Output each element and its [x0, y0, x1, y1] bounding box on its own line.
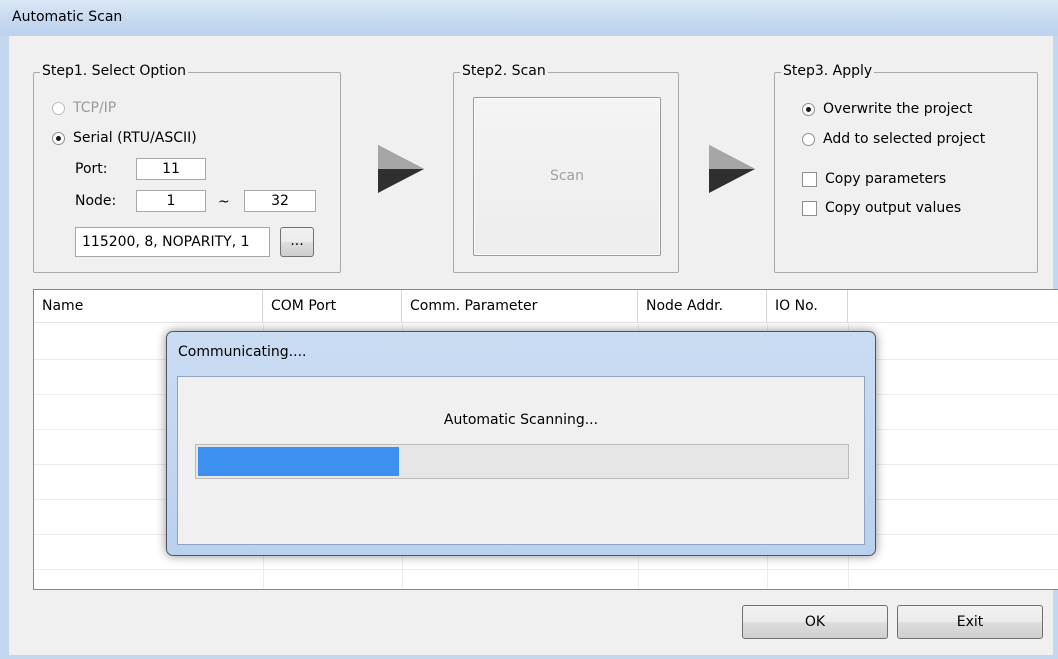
copy-output-values-checkbox[interactable]: Copy output values	[802, 200, 961, 216]
dialog-message: Automatic Scanning...	[443, 412, 599, 428]
serial-params-field[interactable]: 115200, 8, NOPARITY, 1	[75, 227, 270, 257]
grid-row-line	[34, 569, 1058, 570]
serial-label: Serial (RTU/ASCII)	[73, 130, 197, 146]
window-frame-bottom	[0, 655, 1058, 659]
add-label: Add to selected project	[823, 131, 986, 147]
exit-button[interactable]: Exit	[897, 605, 1043, 639]
column-header-node-addr[interactable]: Node Addr.	[638, 290, 767, 322]
copy-parameters-checkbox[interactable]: Copy parameters	[802, 171, 946, 187]
column-header-com-port[interactable]: COM Port	[263, 290, 402, 322]
tcpip-label: TCP/IP	[73, 100, 117, 116]
node-label: Node:	[75, 193, 117, 209]
column-header-name[interactable]: Name	[34, 290, 263, 322]
dialog-client-area: Automatic Scanning...	[177, 376, 865, 545]
serial-radio[interactable]: Serial (RTU/ASCII)	[52, 130, 197, 146]
column-header-io-no[interactable]: IO No.	[767, 290, 848, 322]
dialog-title: Communicating....	[178, 344, 307, 360]
copy-output-values-box[interactable]	[802, 200, 817, 216]
step3-label: Step3. Apply	[781, 63, 875, 79]
copy-parameters-label: Copy parameters	[825, 171, 947, 187]
title-bar[interactable]: Automatic Scan	[0, 0, 1058, 36]
node-to-input[interactable]: 32	[244, 190, 316, 212]
ok-button[interactable]: OK	[742, 605, 888, 639]
serial-params-browse-button[interactable]: ...	[280, 227, 314, 257]
automatic-scan-window: Automatic Scan Step1. Select Option TCP/…	[0, 0, 1058, 659]
window-title: Automatic Scan	[12, 9, 123, 25]
port-input[interactable]: 11	[136, 158, 206, 180]
scan-button[interactable]: Scan	[473, 97, 661, 256]
overwrite-label: Overwrite the project	[823, 101, 973, 117]
copy-output-values-label: Copy output values	[825, 200, 962, 216]
progress-bar-fill	[198, 447, 399, 476]
overwrite-project-radio[interactable]: Overwrite the project	[802, 101, 972, 117]
column-header-comm-parameter[interactable]: Comm. Parameter	[402, 290, 638, 322]
communicating-dialog: Communicating.... Automatic Scanning...	[166, 331, 876, 556]
node-from-input[interactable]: 1	[136, 190, 206, 212]
window-frame-left	[0, 36, 9, 659]
scan-progress-bar	[195, 444, 849, 479]
copy-parameters-box[interactable]	[802, 171, 817, 187]
step2-to-step3-arrow-icon	[709, 145, 755, 193]
add-to-project-radio[interactable]: Add to selected project	[802, 131, 985, 147]
serial-radio-circle[interactable]	[52, 131, 65, 145]
tcpip-radio[interactable]: TCP/IP	[52, 100, 116, 116]
port-label: Port:	[75, 161, 108, 177]
list-header: Name COM Port Comm. Parameter Node Addr.…	[34, 290, 1058, 323]
step1-label: Step1. Select Option	[40, 63, 189, 79]
node-range-separator: ~	[218, 194, 230, 210]
column-header-filler	[848, 290, 1058, 322]
add-radio-circle[interactable]	[802, 132, 815, 146]
tcpip-radio-circle[interactable]	[52, 101, 65, 115]
overwrite-radio-circle[interactable]	[802, 102, 815, 116]
step1-to-step2-arrow-icon	[378, 145, 424, 193]
step2-label: Step2. Scan	[460, 63, 548, 79]
